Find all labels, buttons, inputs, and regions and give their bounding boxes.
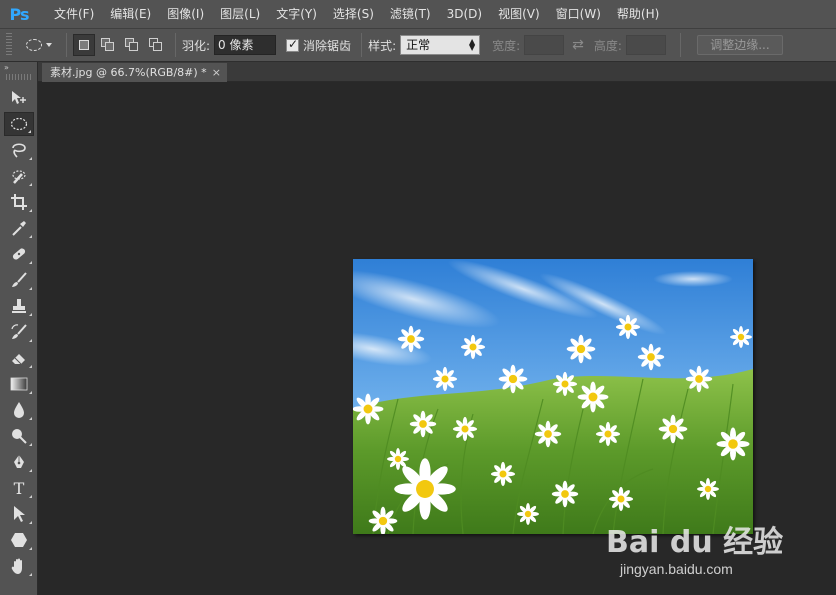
pen-icon bbox=[14, 455, 24, 468]
add-selection-icon bbox=[101, 38, 115, 52]
photoshop-logo: Ps bbox=[9, 4, 30, 24]
dodge-tool[interactable] bbox=[4, 424, 34, 448]
menu-3d[interactable]: 3D(D) bbox=[439, 0, 490, 28]
history-brush-tool[interactable] bbox=[4, 320, 34, 344]
close-icon[interactable]: × bbox=[212, 63, 221, 82]
gradient-icon bbox=[10, 377, 28, 391]
separator bbox=[66, 33, 67, 57]
move-icon bbox=[12, 91, 26, 104]
menu-help[interactable]: 帮助(H) bbox=[609, 0, 667, 28]
gradient-tool[interactable] bbox=[4, 372, 34, 396]
move-tool[interactable] bbox=[4, 86, 34, 110]
brush-tool[interactable] bbox=[4, 268, 34, 292]
options-bar-grip[interactable] bbox=[6, 33, 12, 57]
separator bbox=[361, 33, 363, 57]
dodge-icon bbox=[12, 429, 27, 444]
document-tab-title: 素材.jpg @ 66.7%(RGB/8#) * bbox=[50, 66, 207, 79]
stamp-icon bbox=[12, 299, 26, 313]
menu-window[interactable]: 窗口(W) bbox=[548, 0, 609, 28]
crop-tool[interactable] bbox=[4, 190, 34, 214]
history-brush-icon bbox=[11, 324, 27, 339]
quick-selection-tool[interactable] bbox=[4, 164, 34, 188]
hand-tool[interactable] bbox=[4, 554, 34, 578]
hand-icon bbox=[11, 558, 22, 574]
lasso-icon bbox=[12, 143, 26, 158]
intersect-selection-icon bbox=[149, 38, 163, 52]
chevron-down-icon bbox=[46, 43, 52, 47]
elliptical-marquee-tool[interactable] bbox=[4, 112, 34, 136]
shape-tool[interactable] bbox=[4, 528, 34, 552]
subtract-from-selection-button[interactable] bbox=[121, 34, 143, 56]
watermark-subtitle: jingyan.baidu.com bbox=[620, 561, 733, 577]
type-tool[interactable]: T bbox=[4, 476, 34, 500]
ellipse-marquee-icon bbox=[10, 117, 28, 131]
antialias-label: 消除锯齿 bbox=[303, 38, 352, 53]
height-input[interactable] bbox=[625, 35, 666, 55]
select-arrows-icon: ▲ ▼ bbox=[468, 37, 476, 52]
menu-edit[interactable]: 编辑(E) bbox=[102, 0, 159, 28]
options-bar: 羽化: 0 像素 消除锯齿 样式: 正常 ▲▼ 宽度: ⇄ 高度: 调整边缘..… bbox=[0, 28, 836, 62]
new-selection-icon bbox=[79, 40, 89, 50]
intersect-selection-button[interactable] bbox=[145, 34, 167, 56]
eraser-icon bbox=[12, 354, 25, 365]
menu-layer[interactable]: 图层(L) bbox=[212, 0, 268, 28]
menu-view[interactable]: 视图(V) bbox=[490, 0, 548, 28]
type-icon: T bbox=[13, 478, 25, 498]
feather-input[interactable]: 0 像素 bbox=[214, 35, 277, 55]
style-select-value: 正常 bbox=[406, 38, 431, 52]
clone-stamp-tool[interactable] bbox=[4, 294, 34, 318]
lasso-tool[interactable] bbox=[4, 138, 34, 162]
subtract-selection-icon bbox=[125, 38, 139, 52]
height-label: 高度: bbox=[593, 38, 622, 53]
tools-panel: » T bbox=[0, 62, 38, 595]
menu-filter[interactable]: 滤镜(T) bbox=[382, 0, 439, 28]
crop-icon bbox=[11, 194, 27, 210]
hexagon-icon bbox=[11, 533, 27, 547]
document-tab[interactable]: 素材.jpg @ 66.7%(RGB/8#) * × bbox=[42, 63, 227, 82]
antialias-checkbox[interactable] bbox=[286, 37, 300, 52]
eraser-tool[interactable] bbox=[4, 346, 34, 370]
menu-bar: Ps 文件(F) 编辑(E) 图像(I) 图层(L) 文字(Y) 选择(S) 滤… bbox=[0, 0, 836, 28]
feather-label: 羽化: bbox=[182, 38, 211, 53]
menu-type[interactable]: 文字(Y) bbox=[268, 0, 325, 28]
document-tab-bar: 素材.jpg @ 66.7%(RGB/8#) * × bbox=[38, 62, 836, 82]
tool-preset-picker[interactable] bbox=[18, 33, 60, 57]
swap-icon[interactable]: ⇄ bbox=[572, 37, 584, 53]
style-label: 样式: bbox=[368, 38, 397, 53]
width-input[interactable] bbox=[524, 35, 565, 55]
menu-select[interactable]: 选择(S) bbox=[325, 0, 382, 28]
baidu-watermark: Bai du 经验 jingyan.baidu.com bbox=[606, 517, 806, 577]
path-selection-tool[interactable] bbox=[4, 502, 34, 526]
eyedropper-tool[interactable] bbox=[4, 216, 34, 240]
blur-tool[interactable] bbox=[4, 398, 34, 422]
width-label: 宽度: bbox=[492, 38, 521, 53]
double-chevron-icon: » bbox=[4, 62, 9, 72]
eyedropper-icon bbox=[12, 221, 26, 236]
add-to-selection-button[interactable] bbox=[97, 34, 119, 56]
daisy-field-image bbox=[353, 259, 753, 534]
new-selection-button[interactable] bbox=[73, 34, 95, 56]
brush-icon bbox=[12, 272, 27, 287]
droplet-icon bbox=[14, 402, 24, 418]
ellipse-marquee-icon bbox=[26, 39, 42, 51]
menu-file[interactable]: 文件(F) bbox=[46, 0, 102, 28]
tools-panel-grip[interactable] bbox=[6, 74, 31, 80]
style-select[interactable]: 正常 ▲ ▼ bbox=[400, 35, 481, 55]
bandage-icon bbox=[12, 248, 26, 260]
quick-selection-icon bbox=[12, 170, 26, 184]
menu-image[interactable]: 图像(I) bbox=[159, 0, 212, 28]
arrow-icon bbox=[14, 506, 25, 522]
document-image[interactable] bbox=[353, 259, 753, 534]
separator bbox=[679, 33, 681, 57]
healing-brush-tool[interactable] bbox=[4, 242, 34, 266]
separator bbox=[175, 33, 176, 57]
watermark-title: Bai du 经验 bbox=[606, 525, 784, 560]
pen-tool[interactable] bbox=[4, 450, 34, 474]
tools-panel-collapse[interactable]: » bbox=[0, 62, 37, 72]
refine-edge-button[interactable]: 调整边缘... bbox=[696, 35, 783, 55]
